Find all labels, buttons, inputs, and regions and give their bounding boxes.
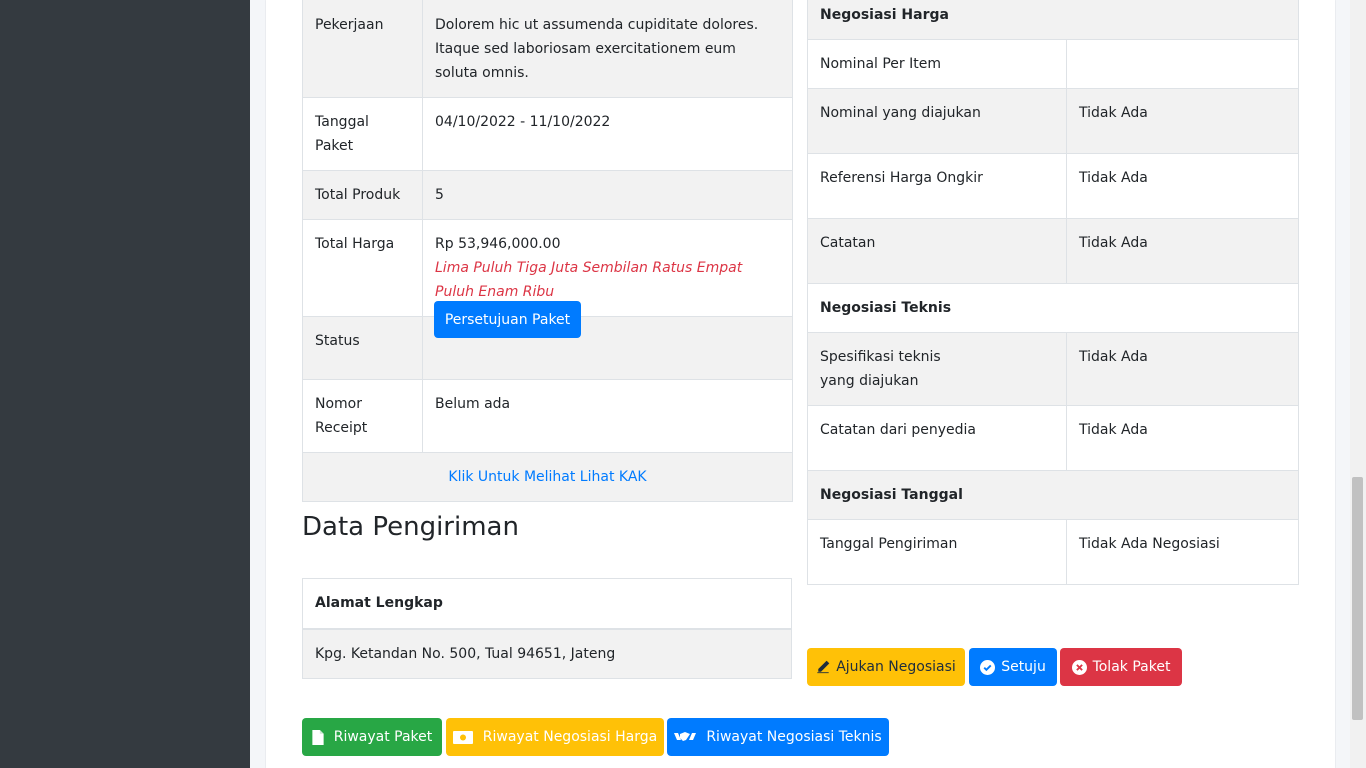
package-detail-table: Pekerjaan Dolorem hic ut assumenda cupid… <box>302 0 793 502</box>
pencil-icon <box>817 660 830 674</box>
check-circle-icon <box>980 659 996 675</box>
row-catatan: Catatan Tidak Ada <box>807 218 1300 284</box>
value-total-produk: 5 <box>422 170 793 220</box>
sidebar <box>0 0 250 768</box>
tech-header-row: Negosiasi Teknis <box>806 283 1300 333</box>
money-bill-icon <box>452 730 473 744</box>
persetujuan-paket-button[interactable]: Persetujuan Paket <box>434 301 581 338</box>
scrollbar-thumb[interactable] <box>1352 477 1363 720</box>
value-tanggal-paket: 04/10/2022 - 11/10/2022 <box>422 97 793 171</box>
riwayat-negosiasi-teknis-button[interactable]: Riwayat Negosiasi Teknis <box>667 718 889 756</box>
row-nominal-diajukan: Nominal yang diajukan Tidak Ada <box>807 88 1300 154</box>
label-total-harga: Total Harga <box>302 219 423 317</box>
handshake-icon <box>674 732 697 741</box>
address-header: Alamat Lengkap <box>302 578 792 630</box>
row-tanggal-pengiriman: Tanggal Pengiriman Tidak Ada Negosiasi <box>807 519 1300 585</box>
riwayat-negosiasi-harga-label: Riwayat Negosiasi Harga <box>482 729 658 745</box>
ajukan-negosiasi-label: Ajukan Negosiasi <box>836 659 956 675</box>
row-total-produk: Total Produk 5 <box>302 170 793 220</box>
riwayat-paket-button[interactable]: Riwayat Paket <box>302 718 442 756</box>
file-icon <box>312 729 324 745</box>
value-spesifikasi: Tidak Ada <box>1065 332 1300 406</box>
value-nominal-per-item <box>1065 39 1300 89</box>
label-spesifikasi: Spesifikasi teknis yang diajukan <box>807 332 1067 406</box>
negotiation-table: Negosiasi Harga Nominal Per Item Nominal… <box>806 0 1300 585</box>
price-header-row: Negosiasi Harga <box>806 0 1300 40</box>
shipping-header-row: Alamat Lengkap <box>302 578 792 630</box>
total-harga-words: Lima Puluh Tiga Juta Sembilan Ratus Empa… <box>435 260 743 300</box>
times-circle-icon <box>1071 659 1087 675</box>
row-referensi-ongkir: Referensi Harga Ongkir Tidak Ada <box>807 153 1300 219</box>
row-catatan-penyedia: Catatan dari penyedia Tidak Ada <box>807 405 1300 471</box>
label-nominal-per-item: Nominal Per Item <box>807 39 1067 89</box>
label-catatan: Catatan <box>807 218 1067 284</box>
value-nomor-receipt: Belum ada <box>422 379 793 453</box>
shipping-address-row: Kpg. Ketandan No. 500, Tual 94651, Jaten… <box>302 628 792 679</box>
date-header-row: Negosiasi Tanggal <box>806 470 1300 520</box>
value-catatan-penyedia: Tidak Ada <box>1065 405 1300 471</box>
date-header: Negosiasi Tanggal <box>806 470 1300 520</box>
row-kak-link: Klik Untuk Melihat Lihat KAK <box>302 452 793 502</box>
address-value: Kpg. Ketandan No. 500, Tual 94651, Jaten… <box>302 628 792 679</box>
label-spesifikasi-text: Spesifikasi teknis yang diajukan <box>820 349 941 389</box>
value-catatan: Tidak Ada <box>1065 218 1300 284</box>
shipping-title: Data Pengiriman <box>302 512 519 542</box>
label-nomor-receipt: Nomor Receipt <box>302 379 423 453</box>
label-catatan-penyedia: Catatan dari penyedia <box>807 405 1067 471</box>
tech-header: Negosiasi Teknis <box>806 283 1300 333</box>
ajukan-negosiasi-button[interactable]: Ajukan Negosiasi <box>807 648 965 686</box>
tolak-paket-button[interactable]: Tolak Paket <box>1060 648 1182 686</box>
value-referensi-ongkir: Tidak Ada <box>1065 153 1300 219</box>
shipping-table: Alamat Lengkap Kpg. Ketandan No. 500, Tu… <box>302 578 792 679</box>
riwayat-paket-label: Riwayat Paket <box>333 729 433 745</box>
setuju-button[interactable]: Setuju <box>969 648 1057 686</box>
row-tanggal-paket: Tanggal Paket 04/10/2022 - 11/10/2022 <box>302 97 793 171</box>
row-nomor-receipt: Nomor Receipt Belum ada <box>302 379 793 453</box>
riwayat-negosiasi-harga-button[interactable]: Riwayat Negosiasi Harga <box>446 718 664 756</box>
total-harga-amount: Rp 53,946,000.00 <box>435 236 561 252</box>
label-pekerjaan: Pekerjaan <box>302 0 423 98</box>
label-nominal-diajukan: Nominal yang diajukan <box>807 88 1067 154</box>
row-nominal-per-item: Nominal Per Item <box>807 39 1300 89</box>
label-referensi-ongkir: Referensi Harga Ongkir <box>807 153 1067 219</box>
value-nominal-diajukan: Tidak Ada <box>1065 88 1300 154</box>
value-tanggal-pengiriman: Tidak Ada Negosiasi <box>1065 519 1300 585</box>
price-header: Negosiasi Harga <box>806 0 1300 40</box>
value-pekerjaan: Dolorem hic ut assumenda cupiditate dolo… <box>422 0 793 98</box>
riwayat-negosiasi-teknis-label: Riwayat Negosiasi Teknis <box>706 729 882 745</box>
setuju-label: Setuju <box>1001 659 1046 675</box>
label-tanggal-pengiriman: Tanggal Pengiriman <box>807 519 1067 585</box>
label-total-produk: Total Produk <box>302 170 423 220</box>
kak-link[interactable]: Klik Untuk Melihat Lihat KAK <box>302 452 793 502</box>
tolak-paket-label: Tolak Paket <box>1092 659 1171 675</box>
row-pekerjaan: Pekerjaan Dolorem hic ut assumenda cupid… <box>302 0 793 98</box>
row-spesifikasi: Spesifikasi teknis yang diajukan Tidak A… <box>807 332 1300 406</box>
label-tanggal-paket: Tanggal Paket <box>302 97 423 171</box>
label-status: Status <box>302 316 423 380</box>
